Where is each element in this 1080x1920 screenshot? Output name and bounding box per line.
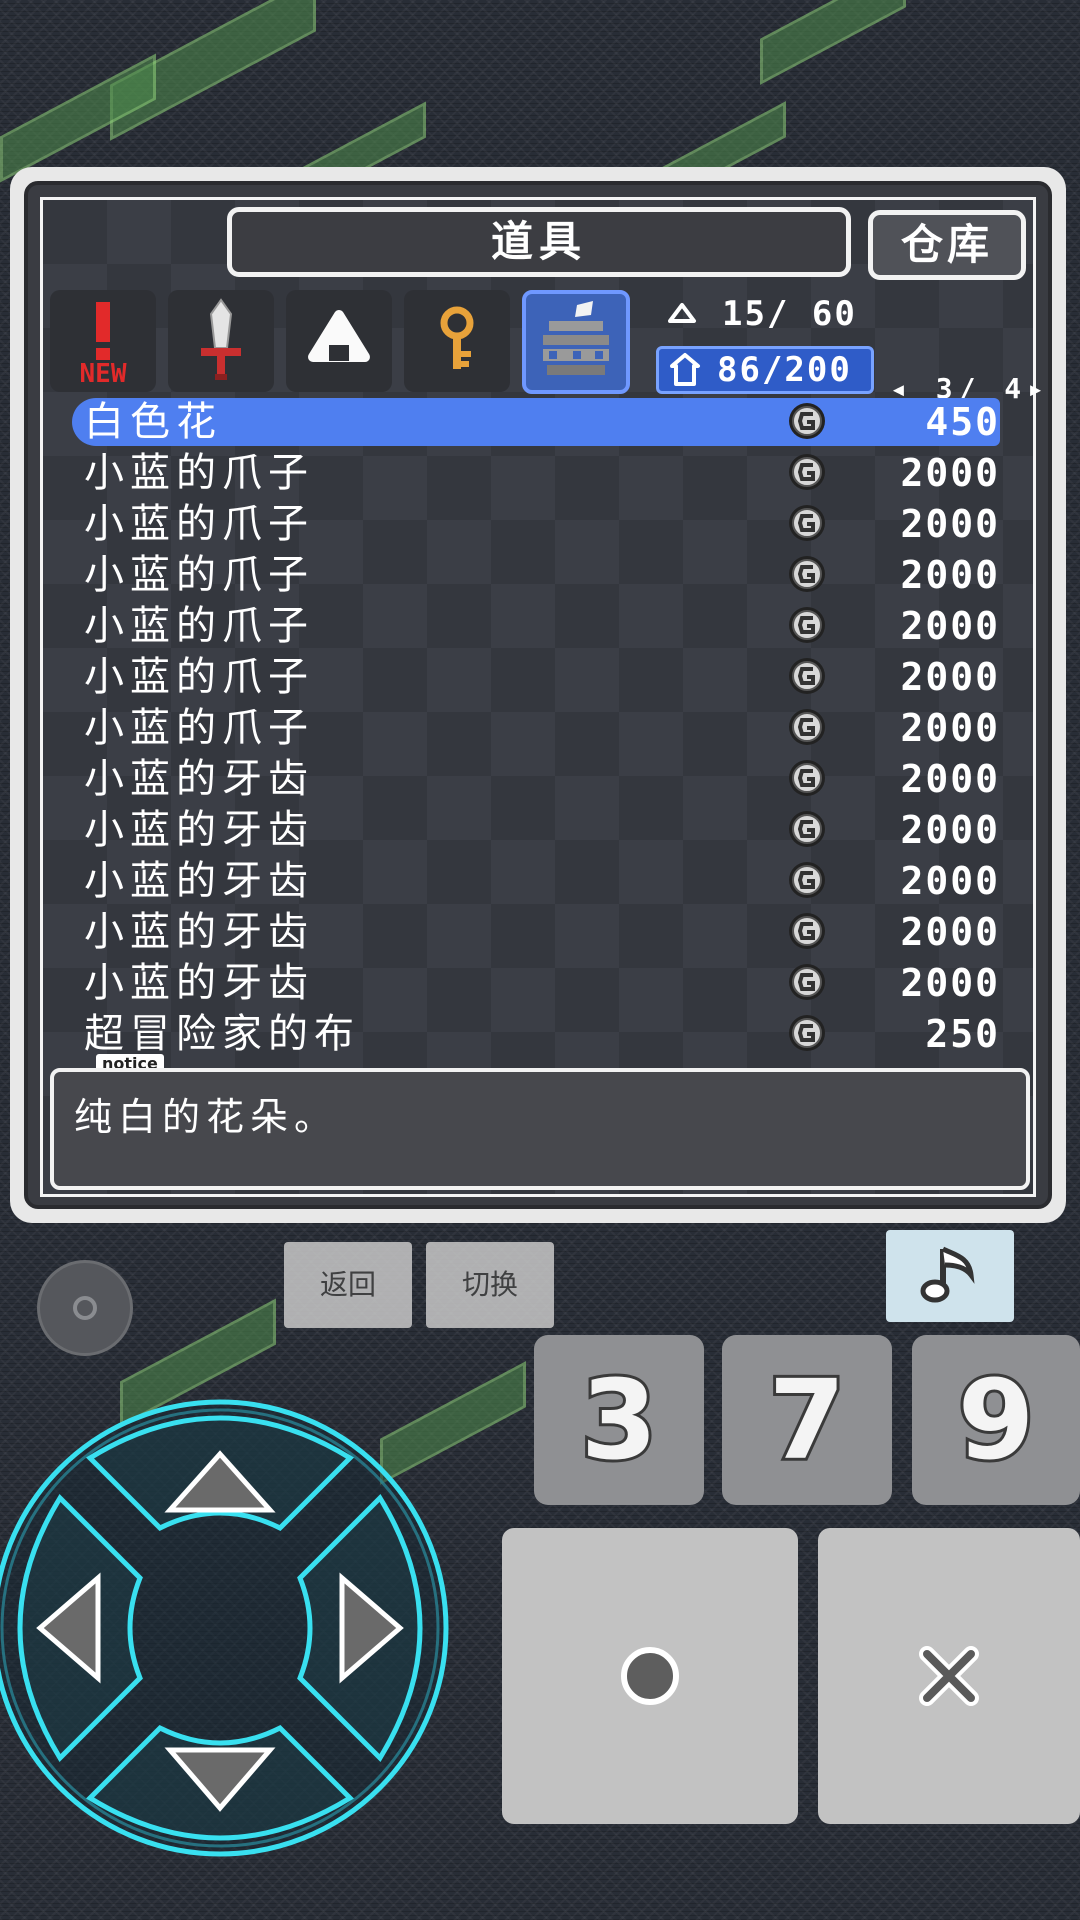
coin-icon: [789, 403, 825, 439]
coin-icon: [789, 913, 825, 949]
food-capacity-value: 15/ 60: [722, 294, 857, 334]
coin-icon: [789, 556, 825, 592]
item-name: 小蓝的爪子: [84, 705, 314, 751]
cross-icon: [919, 1646, 979, 1706]
item-price: 2000: [900, 808, 1000, 852]
item-row[interactable]: 小蓝的爪子 2000: [72, 550, 1010, 601]
bag-capacity-value: 86/200: [717, 350, 852, 390]
item-price: 2000: [900, 604, 1000, 648]
item-name: 白色花: [84, 399, 222, 445]
gear-icon: [73, 1296, 97, 1320]
new-item-icon: NEW: [80, 302, 127, 386]
tab-keys[interactable]: [404, 290, 510, 392]
item-row[interactable]: 小蓝的牙齿 2000: [72, 958, 1010, 1009]
key-7-button[interactable]: 7: [722, 1335, 892, 1505]
item-row[interactable]: 小蓝的爪子 2000: [72, 601, 1010, 652]
key-9-button[interactable]: 9: [912, 1335, 1080, 1505]
back-button[interactable]: 返回: [284, 1242, 412, 1328]
cancel-button[interactable]: [818, 1528, 1080, 1824]
switch-button[interactable]: 切换: [426, 1242, 554, 1328]
item-price: 2000: [900, 757, 1000, 801]
new-badge-label: NEW: [80, 359, 127, 386]
item-price: 2000: [900, 502, 1000, 546]
key-3-button[interactable]: 3: [534, 1335, 704, 1505]
item-name: 小蓝的爪子: [84, 501, 314, 547]
item-name: 小蓝的爪子: [84, 552, 314, 598]
item-row[interactable]: 小蓝的爪子 2000: [72, 448, 1010, 499]
food-capacity-row: 15/ 60: [656, 290, 866, 338]
coin-icon: [789, 505, 825, 541]
item-row[interactable]: 白色花 450: [72, 397, 1010, 448]
rice-ball-icon: [308, 310, 370, 362]
item-price: 2000: [900, 553, 1000, 597]
item-list: 白色花 450 小蓝的爪子 2000 小蓝的爪子 2000 小蓝的爪子 2000 小蓝的爪子 20…: [72, 397, 1010, 1060]
item-name: 小蓝的牙齿: [84, 807, 314, 853]
tab-food[interactable]: [286, 290, 392, 392]
tab-materials[interactable]: [522, 290, 630, 394]
materials-icon: [543, 301, 609, 375]
item-row[interactable]: 小蓝的牙齿 2000: [72, 856, 1010, 907]
item-name: 超冒险家的布: [84, 1011, 360, 1057]
item-price: 2000: [900, 706, 1000, 750]
sword-icon: [201, 298, 241, 380]
item-name: 小蓝的爪子: [84, 654, 314, 700]
item-name: 小蓝的爪子: [84, 450, 314, 496]
coin-icon: [789, 709, 825, 745]
item-price: 2000: [900, 910, 1000, 954]
item-price: 250: [925, 1012, 1000, 1056]
item-price: 2000: [900, 961, 1000, 1005]
item-price: 2000: [900, 859, 1000, 903]
coin-icon: [789, 811, 825, 847]
item-row[interactable]: 小蓝的牙齿 2000: [72, 907, 1010, 958]
bag-capacity-row: 86/200: [656, 346, 874, 394]
item-price: 450: [925, 400, 1000, 444]
settings-button[interactable]: [37, 1260, 133, 1356]
coin-icon: [789, 607, 825, 643]
item-name: 小蓝的牙齿: [84, 756, 314, 802]
coin-icon: [789, 658, 825, 694]
item-description: 纯白的花朵。: [50, 1068, 1030, 1190]
item-name: 小蓝的牙齿: [84, 960, 314, 1006]
capacity-stats: 15/ 60 86/200: [656, 290, 876, 394]
coin-icon: [789, 454, 825, 490]
coin-icon: [789, 964, 825, 1000]
warehouse-button[interactable]: 仓库: [868, 210, 1026, 280]
tab-equipment[interactable]: [168, 290, 274, 392]
bag-icon: [670, 353, 700, 386]
music-note-icon: [920, 1246, 975, 1303]
item-name: 小蓝的爪子: [84, 603, 314, 649]
coin-icon: [789, 862, 825, 898]
coin-icon: [789, 1015, 825, 1051]
item-row[interactable]: 小蓝的爪子 2000: [72, 652, 1010, 703]
item-name: 小蓝的牙齿: [84, 858, 314, 904]
rice-ball-small-icon: [668, 303, 696, 323]
bg-tile: [760, 0, 906, 85]
item-price: 2000: [900, 451, 1000, 495]
circle-icon: [621, 1647, 679, 1705]
music-button[interactable]: [886, 1230, 1014, 1322]
coin-icon: [789, 760, 825, 796]
item-row[interactable]: 小蓝的爪子 2000: [72, 499, 1010, 550]
item-row[interactable]: 超冒险家的布 250: [72, 1009, 1010, 1060]
item-row[interactable]: 小蓝的爪子 2000: [72, 703, 1010, 754]
confirm-button[interactable]: [502, 1528, 798, 1824]
tab-new[interactable]: NEW: [50, 290, 156, 392]
item-name: 小蓝的牙齿: [84, 909, 314, 955]
item-row[interactable]: 小蓝的牙齿 2000: [72, 805, 1010, 856]
item-row[interactable]: 小蓝的牙齿 2000: [72, 754, 1010, 805]
item-price: 2000: [900, 655, 1000, 699]
key-icon: [440, 306, 474, 369]
panel-title: 道具: [227, 207, 851, 277]
dpad: [0, 1399, 449, 1857]
